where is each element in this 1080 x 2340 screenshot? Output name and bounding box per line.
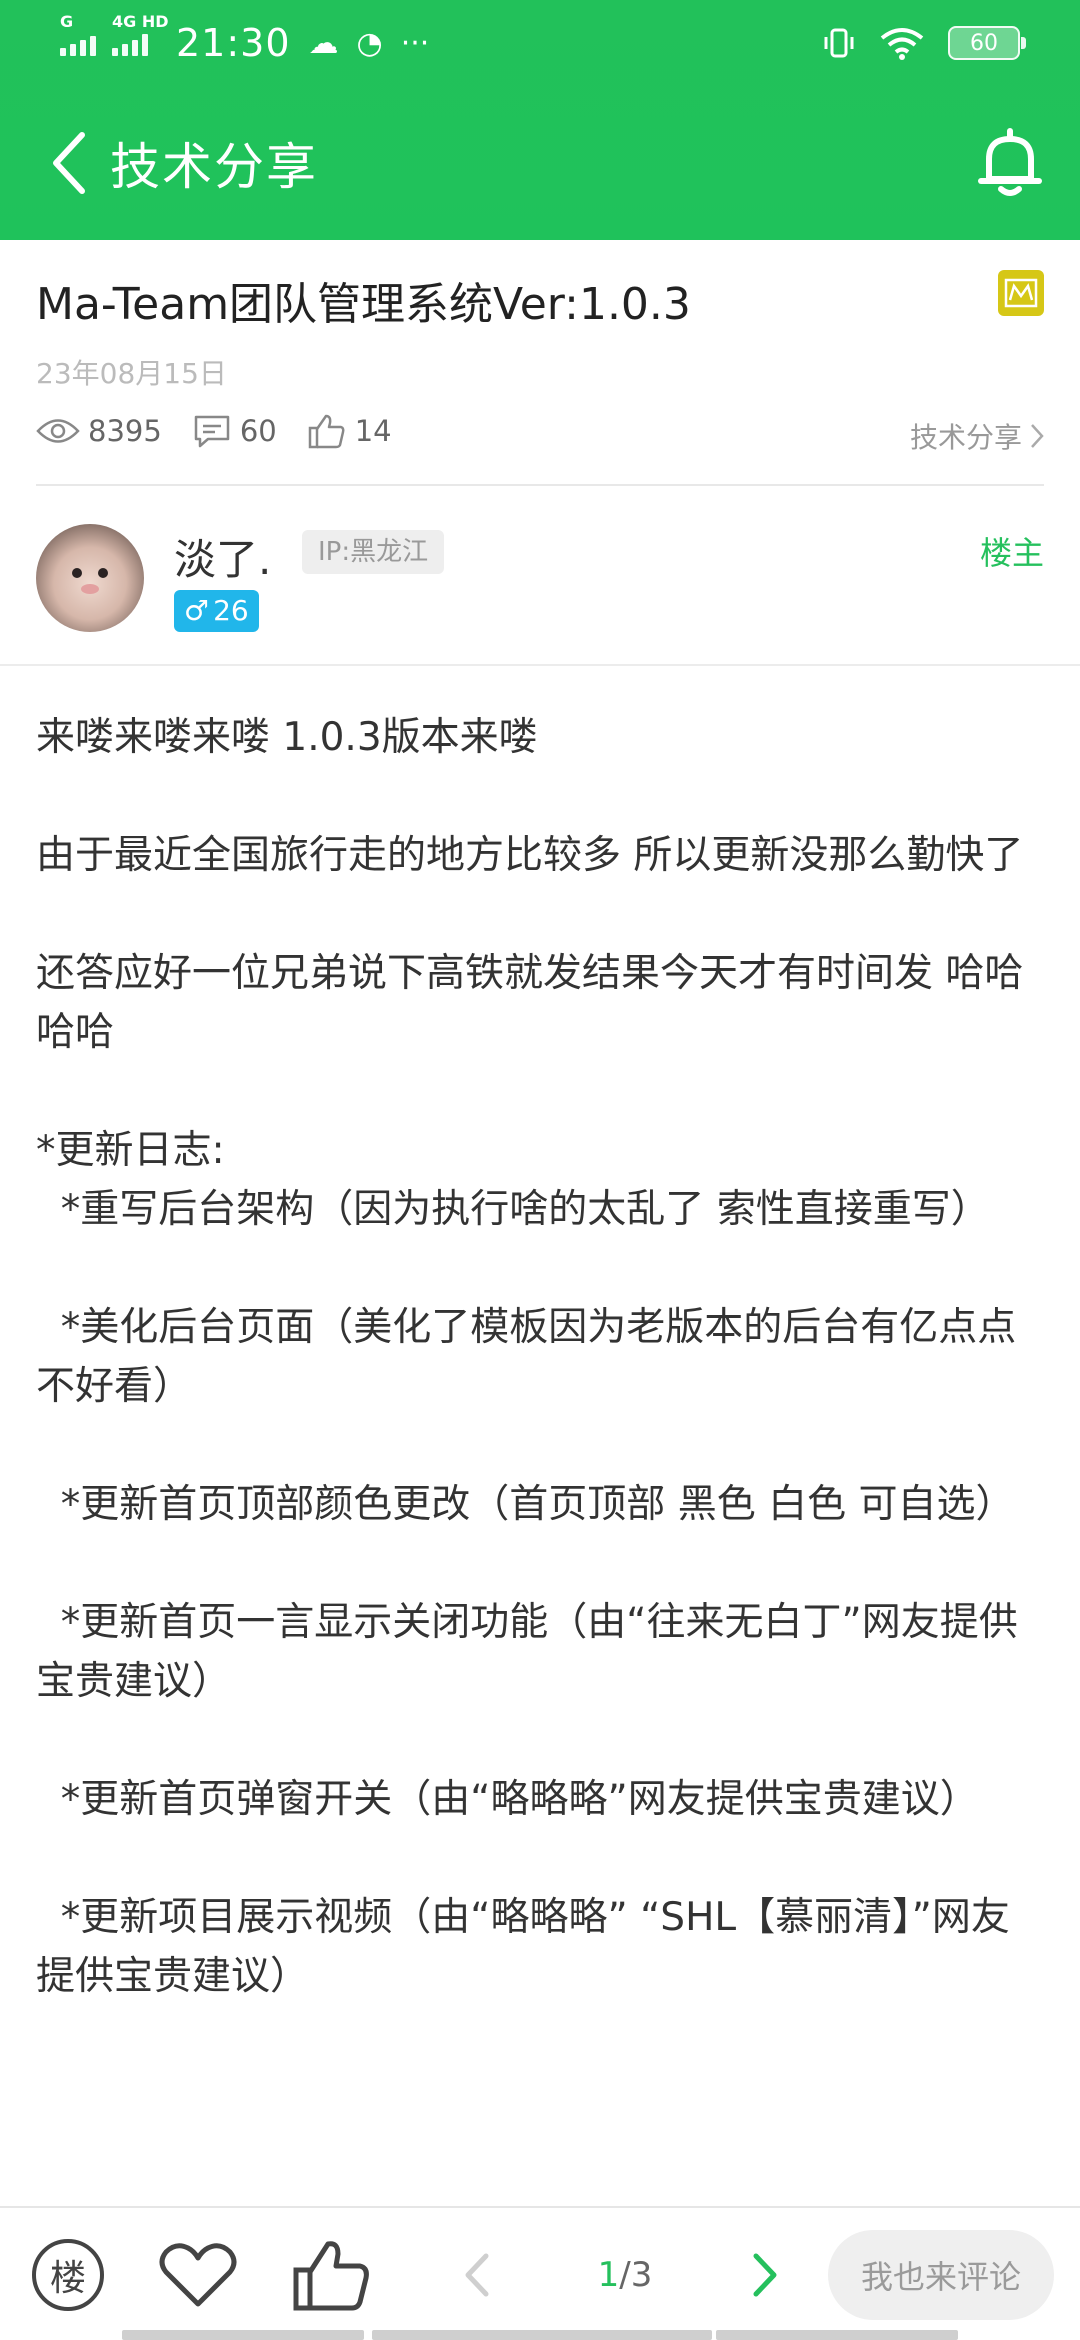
weather-icon: ☁ [308, 25, 339, 61]
like-button[interactable] [290, 2232, 374, 2318]
content-paragraph: 还答应好一位兄弟说下高铁就发结果今天才有时间发 哈哈哈哈 [36, 951, 1024, 1055]
floor-icon: 楼 [32, 2239, 104, 2311]
views-count: 8395 [88, 414, 162, 448]
battery-icon: 60 [948, 26, 1026, 60]
post-date: 23年08月15日 [36, 357, 227, 390]
gesture-bar [372, 2330, 712, 2340]
comment-input[interactable]: 我也来评论 [828, 2230, 1054, 2320]
nav-bar: 技术分享 [0, 86, 1080, 240]
thumbs-up-icon [308, 414, 345, 449]
category-label: 技术分享 [909, 421, 1022, 454]
vibrate-icon [824, 28, 854, 58]
chevron-right-icon [1031, 424, 1044, 448]
content-paragraph: 由于最近全国旅行走的地方比较多 所以更新没那么勤快了 [36, 833, 1024, 878]
page-total: /3 [619, 2255, 653, 2295]
category-link[interactable]: 技术分享 [910, 416, 1044, 456]
gesture-bar [716, 2330, 958, 2340]
comments-stat: 60 [192, 413, 277, 449]
status-time: 21:30 [176, 21, 291, 65]
likes-stat: 14 [307, 412, 392, 450]
back-button[interactable] [0, 86, 110, 240]
chevron-left-icon [53, 132, 85, 194]
content-paragraph: *更新日志: [36, 1128, 225, 1173]
thumbs-up-icon [293, 2241, 369, 2311]
post-content: 来喽来喽来喽 1.0.3版本来喽 由于最近全国旅行走的地方比较多 所以更新没那么… [36, 708, 1046, 2065]
content-paragraph: *更新首页弹窗开关（由“略略略”网友提供宝贵建议） [60, 1777, 979, 1822]
next-page-button[interactable] [740, 2232, 790, 2318]
author-level: 26 [213, 594, 249, 627]
op-label: 楼主 [979, 534, 1044, 572]
post-stats: 8395 60 14 [36, 412, 392, 450]
signal-icon: G [60, 12, 96, 56]
author-section: 淡了. IP:黑龙江 ♂ 26 楼主 [0, 486, 1080, 666]
status-right: 60 [822, 26, 1026, 60]
speed-icon: ◔ [356, 25, 383, 61]
signal-4g-icon: 4G HD [112, 12, 169, 56]
prev-page-button[interactable] [452, 2232, 502, 2318]
post-title: Ma-Team团队管理系统Ver:1.0.3 [36, 279, 691, 330]
content-paragraph: 来喽来喽来喽 1.0.3版本来喽 [36, 715, 538, 760]
heart-icon [159, 2243, 237, 2307]
page-current: 1 [597, 2255, 620, 2295]
bottom-action-bar: 楼 1/3 我也来评论 [0, 2206, 1080, 2340]
ip-location-tag: IP:黑龙江 [302, 530, 445, 574]
content-paragraph: *更新项目展示视频（由“略略略” “SHL【慕丽清】”网友提供宝贵建议） [36, 1895, 1010, 1999]
more-dots-icon: ··· [400, 25, 430, 61]
status-left: G 4G HD 21:30 ☁ ◔ ··· [60, 12, 430, 65]
author-name[interactable]: 淡了. [174, 526, 271, 587]
chevron-left-icon [465, 2253, 489, 2297]
app: G 4G HD 21:30 ☁ ◔ ··· 60 技术分享 Ma-Team团队管… [0, 0, 1080, 2340]
gesture-bar [122, 2330, 364, 2340]
eye-icon [36, 419, 80, 443]
chevron-right-icon [753, 2253, 777, 2297]
wifi-icon [880, 28, 924, 60]
male-icon: ♂ [184, 594, 210, 627]
likes-count: 14 [354, 414, 392, 448]
comment-icon [194, 415, 230, 448]
network-type-label: G [60, 12, 74, 31]
content-paragraph: *重写后台架构（因为执行啥的太乱了 索性直接重写） [60, 1187, 990, 1232]
avatar[interactable] [36, 524, 144, 632]
floor-button[interactable]: 楼 [28, 2232, 108, 2318]
status-bar: G 4G HD 21:30 ☁ ◔ ··· 60 [0, 0, 1080, 86]
favorite-button[interactable] [156, 2232, 240, 2318]
page-indicator[interactable]: 1/3 [570, 2232, 680, 2318]
comments-count: 60 [239, 414, 277, 448]
content-paragraph: *更新首页顶部颜色更改（首页顶部 黑色 白色 可自选） [60, 1482, 1015, 1527]
bell-icon [978, 128, 1042, 196]
content-paragraph: *更新首页一言显示关闭功能（由“往来无白丁”网友提供宝贵建议） [36, 1600, 1018, 1704]
views-stat: 8395 [36, 414, 162, 448]
header: G 4G HD 21:30 ☁ ◔ ··· 60 技术分享 [0, 0, 1080, 240]
notification-button[interactable] [940, 86, 1080, 240]
content-paragraph: *美化后台页面（美化了模板因为老版本的后台有亿点点不好看） [36, 1305, 1017, 1409]
network-4g-label: 4G HD [112, 12, 169, 31]
battery-level: 60 [970, 30, 998, 56]
post-header: Ma-Team团队管理系统Ver:1.0.3 23年08月15日 8395 60… [0, 240, 1080, 486]
gender-level-badge: ♂ 26 [174, 590, 259, 632]
page-title: 技术分享 [110, 138, 318, 196]
vip-badge-icon [998, 270, 1044, 316]
